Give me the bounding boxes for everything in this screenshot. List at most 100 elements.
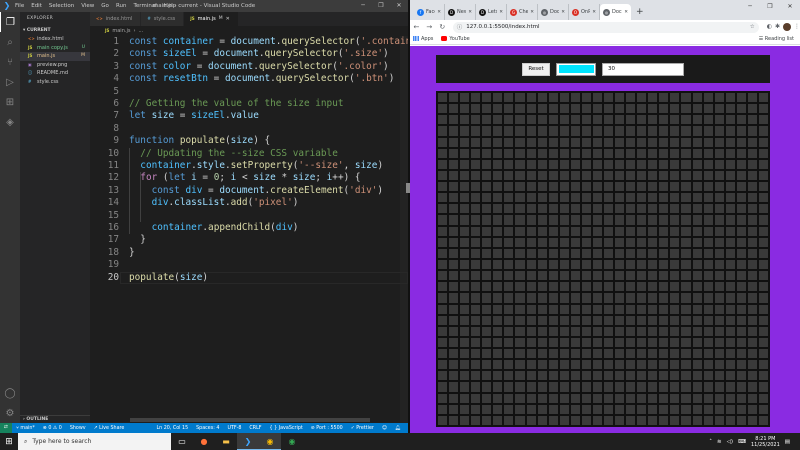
chevron-up-icon[interactable]: ˄ bbox=[709, 439, 712, 445]
pixel[interactable] bbox=[470, 103, 482, 115]
pixel[interactable] bbox=[481, 181, 493, 193]
pixel[interactable] bbox=[724, 370, 736, 382]
pixel[interactable] bbox=[625, 281, 637, 293]
pixel[interactable] bbox=[481, 281, 493, 293]
pixel[interactable] bbox=[602, 403, 615, 415]
pixel[interactable] bbox=[757, 403, 769, 415]
pixel[interactable] bbox=[602, 381, 615, 393]
pixel[interactable] bbox=[647, 214, 659, 226]
feedback-icon[interactable]: ☺ bbox=[378, 426, 391, 431]
pixel[interactable] bbox=[702, 247, 714, 259]
pixel[interactable] bbox=[647, 192, 659, 204]
pixel[interactable] bbox=[713, 292, 725, 304]
pixel[interactable] bbox=[647, 147, 659, 159]
pixel[interactable] bbox=[757, 270, 769, 282]
pixel[interactable] bbox=[514, 325, 526, 337]
pixel[interactable] bbox=[536, 236, 548, 248]
pixel[interactable] bbox=[492, 314, 504, 326]
pixel[interactable] bbox=[459, 359, 471, 371]
pixel[interactable] bbox=[625, 247, 637, 259]
pixel[interactable] bbox=[636, 258, 648, 271]
pixel[interactable] bbox=[470, 281, 482, 293]
pixel[interactable] bbox=[669, 348, 681, 360]
pixel[interactable] bbox=[481, 258, 493, 271]
pixel[interactable] bbox=[558, 92, 570, 104]
pixel[interactable] bbox=[702, 270, 714, 282]
pixel[interactable] bbox=[459, 303, 471, 315]
pixel[interactable] bbox=[724, 336, 736, 349]
pixel[interactable] bbox=[492, 114, 504, 126]
pixel[interactable] bbox=[503, 359, 515, 371]
pixel[interactable] bbox=[547, 158, 559, 170]
pixel[interactable] bbox=[503, 258, 515, 271]
minimize-icon[interactable]: ─ bbox=[354, 0, 372, 12]
pixel[interactable] bbox=[525, 147, 537, 159]
pixel[interactable] bbox=[470, 192, 482, 204]
settings-gear-icon[interactable]: ⚙ bbox=[0, 403, 20, 423]
close-icon[interactable]: ✕ bbox=[390, 0, 408, 12]
pixel[interactable] bbox=[658, 314, 670, 326]
pixel[interactable] bbox=[636, 147, 648, 159]
pixel[interactable] bbox=[746, 414, 758, 426]
pixel[interactable] bbox=[580, 114, 592, 126]
pixel[interactable] bbox=[691, 236, 703, 248]
pixel[interactable] bbox=[658, 214, 670, 226]
pixel[interactable] bbox=[724, 181, 736, 193]
pixel[interactable] bbox=[470, 303, 482, 315]
pixel[interactable] bbox=[558, 314, 570, 326]
pixel[interactable] bbox=[746, 203, 758, 215]
pixel[interactable] bbox=[636, 181, 648, 193]
pixel[interactable] bbox=[591, 147, 603, 159]
pixel[interactable] bbox=[580, 247, 592, 259]
notification-center-icon[interactable]: ▤ bbox=[785, 439, 790, 445]
pixel[interactable] bbox=[470, 403, 482, 415]
pixel[interactable] bbox=[691, 303, 703, 315]
pixel[interactable] bbox=[625, 203, 637, 215]
pixel[interactable] bbox=[503, 158, 515, 170]
pixel[interactable] bbox=[658, 336, 670, 349]
pixel[interactable] bbox=[514, 403, 526, 415]
pixel[interactable] bbox=[514, 414, 526, 426]
pixel[interactable] bbox=[503, 92, 515, 104]
pixel[interactable] bbox=[459, 403, 471, 415]
pixel[interactable] bbox=[459, 325, 471, 337]
pixel[interactable] bbox=[746, 169, 758, 182]
file-item[interactable]: JS main.js M bbox=[20, 52, 90, 61]
pixel[interactable] bbox=[470, 247, 482, 259]
pixel[interactable] bbox=[547, 270, 559, 282]
menu-item-go[interactable]: Go bbox=[101, 3, 109, 9]
pixel[interactable] bbox=[514, 214, 526, 226]
pixel[interactable] bbox=[724, 325, 736, 337]
pixel[interactable] bbox=[669, 414, 681, 426]
pixel[interactable] bbox=[602, 281, 615, 293]
pixel[interactable] bbox=[547, 359, 559, 371]
pixel[interactable] bbox=[724, 136, 736, 148]
pixel[interactable] bbox=[514, 158, 526, 170]
pixel[interactable] bbox=[558, 359, 570, 371]
pixel[interactable] bbox=[702, 336, 714, 349]
pixel[interactable] bbox=[691, 92, 703, 104]
pixel[interactable] bbox=[580, 370, 592, 382]
pixel[interactable] bbox=[713, 192, 725, 204]
pixel[interactable] bbox=[757, 292, 769, 304]
pixel[interactable] bbox=[448, 336, 460, 349]
pixel[interactable] bbox=[525, 125, 537, 137]
code-line[interactable]: 8 bbox=[90, 123, 408, 135]
pixel[interactable] bbox=[591, 348, 603, 360]
pixel[interactable] bbox=[481, 158, 493, 170]
show-indicator[interactable]: Showv bbox=[66, 426, 90, 431]
close-tab-icon[interactable]: ✕ bbox=[592, 10, 596, 15]
pixel[interactable] bbox=[569, 270, 581, 282]
pixel[interactable] bbox=[591, 359, 603, 371]
pixel[interactable] bbox=[735, 403, 747, 415]
pixel[interactable] bbox=[536, 325, 548, 337]
pixel[interactable] bbox=[536, 247, 548, 259]
pixel[interactable] bbox=[536, 214, 548, 226]
pixel[interactable] bbox=[669, 381, 681, 393]
pixel[interactable] bbox=[492, 158, 504, 170]
pixel[interactable] bbox=[691, 392, 703, 404]
pixel[interactable] bbox=[602, 370, 615, 382]
pixel[interactable] bbox=[680, 403, 692, 415]
pixel[interactable] bbox=[470, 92, 482, 104]
pixel[interactable] bbox=[724, 292, 736, 304]
